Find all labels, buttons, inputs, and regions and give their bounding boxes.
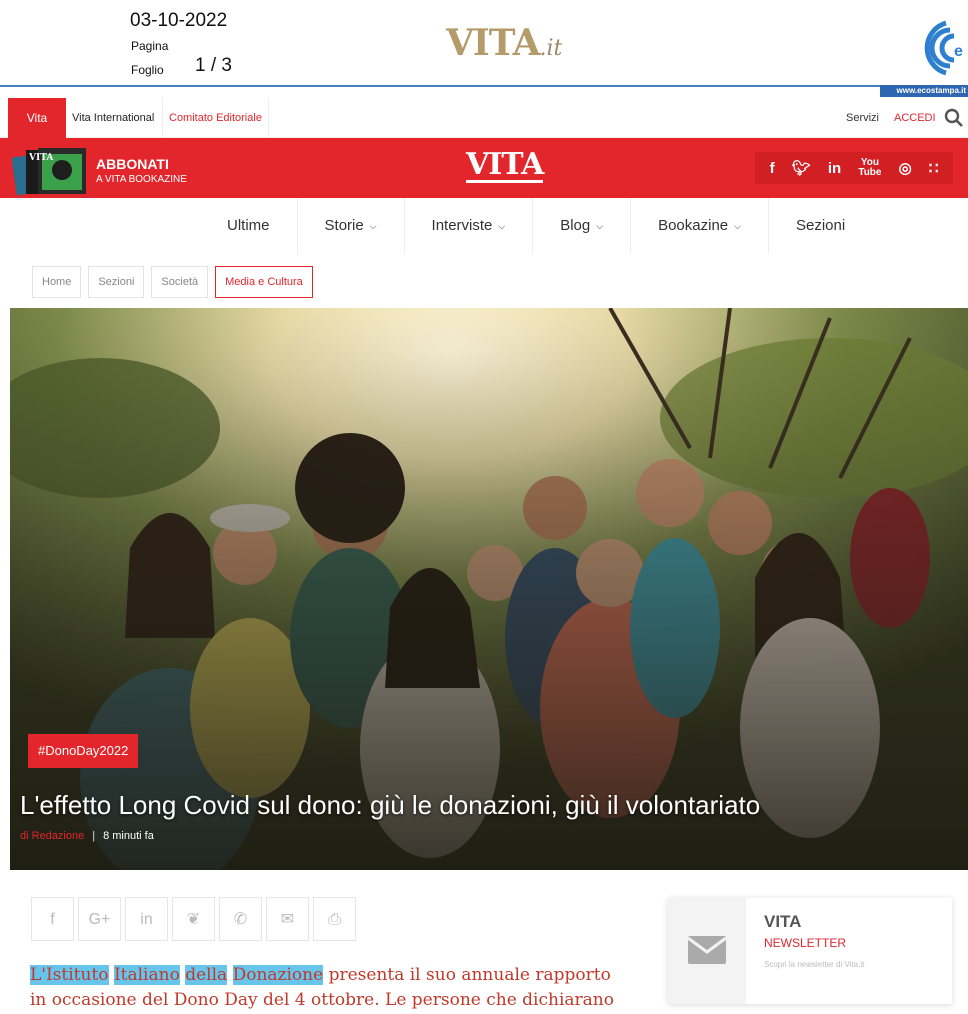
nav-interviste[interactable]: Interviste ⌵ [405,198,534,254]
nav-ultime[interactable]: Ultime [200,198,298,254]
svg-text:VITA: VITA [28,153,54,163]
vita-logo[interactable]: VITA [466,150,544,183]
hero-image: #DonoDay2022 L'effetto Long Covid sul do… [10,308,968,870]
article-lead: L'Istituto Italiano della Donazione pres… [30,963,640,1013]
main-nav: Ultime Storie ⌵ Interviste ⌵ Blog ⌵ Bookazi… [200,198,872,254]
clipping-header: 03-10-2022 Pagina Foglio 1 / 3 VITA.it e [0,0,968,86]
ecostampa-url: www.ecostampa.it [880,85,968,97]
chevron-down-icon: ⌵ [596,221,604,231]
newsletter-subtitle: NEWSLETTER [764,936,847,950]
twitter-icon[interactable]: ❦ [172,897,215,941]
page-number: 1 / 3 [195,55,232,76]
article-tag[interactable]: #DonoDay2022 [28,734,139,768]
tab-vita[interactable]: Vita [8,98,66,138]
chevron-down-icon: ⌵ [734,221,741,231]
newsletter-box[interactable]: VITA NEWSLETTER Scopri la newsletter di … [668,898,952,1004]
top-navbar: Vita Vita International Comitato Editori… [0,98,968,138]
link-comitato-editoriale[interactable]: Comitato Editoriale [162,98,269,138]
twitter-icon[interactable]: 🐦︎ [792,159,811,177]
brand-bar: VITA ABBONATI A VITA BOOKAZINE VITA f 🐦︎… [0,138,968,198]
rss-icon[interactable]: ∷ [929,159,939,177]
article-title: L'effetto Long Covid sul dono: giù le do… [20,790,761,820]
nav-blog[interactable]: Blog ⌵ [533,198,632,254]
clipping-date: 03-10-2022 [130,10,228,31]
login-link[interactable]: ACCEDI [894,98,936,138]
breadcrumb-sezioni[interactable]: Sezioni [88,266,145,298]
vita-clipping-logo: VITA.it [446,22,563,64]
highlighted-word: Donazione [232,965,324,985]
google-plus-icon[interactable]: G+ [78,897,121,941]
newsletter-desc: Scopri la newsletter di Vita.it [764,960,865,969]
author-link[interactable]: Redazione [32,830,85,842]
newsletter-title: VITA [764,912,802,931]
share-bar: f G+ in ❦ ✆ ✉ ⎙ [31,897,356,941]
breadcrumb-media-cultura[interactable]: Media e Cultura [215,266,313,298]
newsletter-icon-panel [668,898,746,1004]
breadcrumb-home[interactable]: Home [32,266,82,298]
linkedin-icon[interactable]: in [125,897,168,941]
breadcrumb-societa[interactable]: Società [151,266,209,298]
subscribe-title[interactable]: ABBONATI [96,156,169,172]
linkedin-icon[interactable]: in [828,160,841,177]
pagina-label: Pagina [131,39,169,53]
chevron-down-icon: ⌵ [369,221,377,231]
envelope-icon [687,936,727,964]
breadcrumb: Home Sezioni Società Media e Cultura [32,266,313,298]
article-byline: di Redazione | 8 minuti fa [20,830,154,842]
search-icon[interactable] [944,108,964,128]
facebook-icon[interactable]: f [31,897,74,941]
highlighted-word: della [185,965,228,985]
whatsapp-icon[interactable]: ✆ [219,897,262,941]
social-links: f 🐦︎ in You Tube ◎ ∷ [755,152,953,184]
author-prefix: di [20,830,29,842]
ecostampa-logo-icon: e [924,20,963,76]
facebook-icon[interactable]: f [770,160,775,177]
byline-separator: | [92,830,96,842]
instagram-icon[interactable]: ◎ [899,159,912,177]
foglio-label: Foglio [131,63,164,77]
svg-text:e: e [954,43,963,60]
group-of-friends-photo [10,308,968,870]
bookazine-cover-image[interactable]: VITA [12,146,88,196]
article-time: 8 minuti fa [103,830,154,842]
youtube-icon[interactable]: You Tube [858,158,881,178]
nav-bookazine[interactable]: Bookazine ⌵ [631,198,769,254]
nav-sezioni[interactable]: Sezioni [769,198,872,254]
highlighted-word: L'Istituto [30,965,109,985]
subscribe-subtitle[interactable]: A VITA BOOKAZINE [96,174,187,185]
chevron-down-icon: ⌵ [498,221,506,231]
lead-text: presenta il suo annuale rapporto [323,965,611,985]
email-icon[interactable]: ✉ [266,897,309,941]
nav-storie[interactable]: Storie ⌵ [298,198,405,254]
clipping-rule [0,85,880,87]
highlighted-word: Italiano [113,965,180,985]
lead-text-line2: in occasione del Dono Day del 4 ottobre.… [30,990,614,1010]
print-icon[interactable]: ⎙ [313,897,356,941]
link-vita-international[interactable]: Vita International [72,98,154,138]
link-servizi[interactable]: Servizi [846,98,879,138]
